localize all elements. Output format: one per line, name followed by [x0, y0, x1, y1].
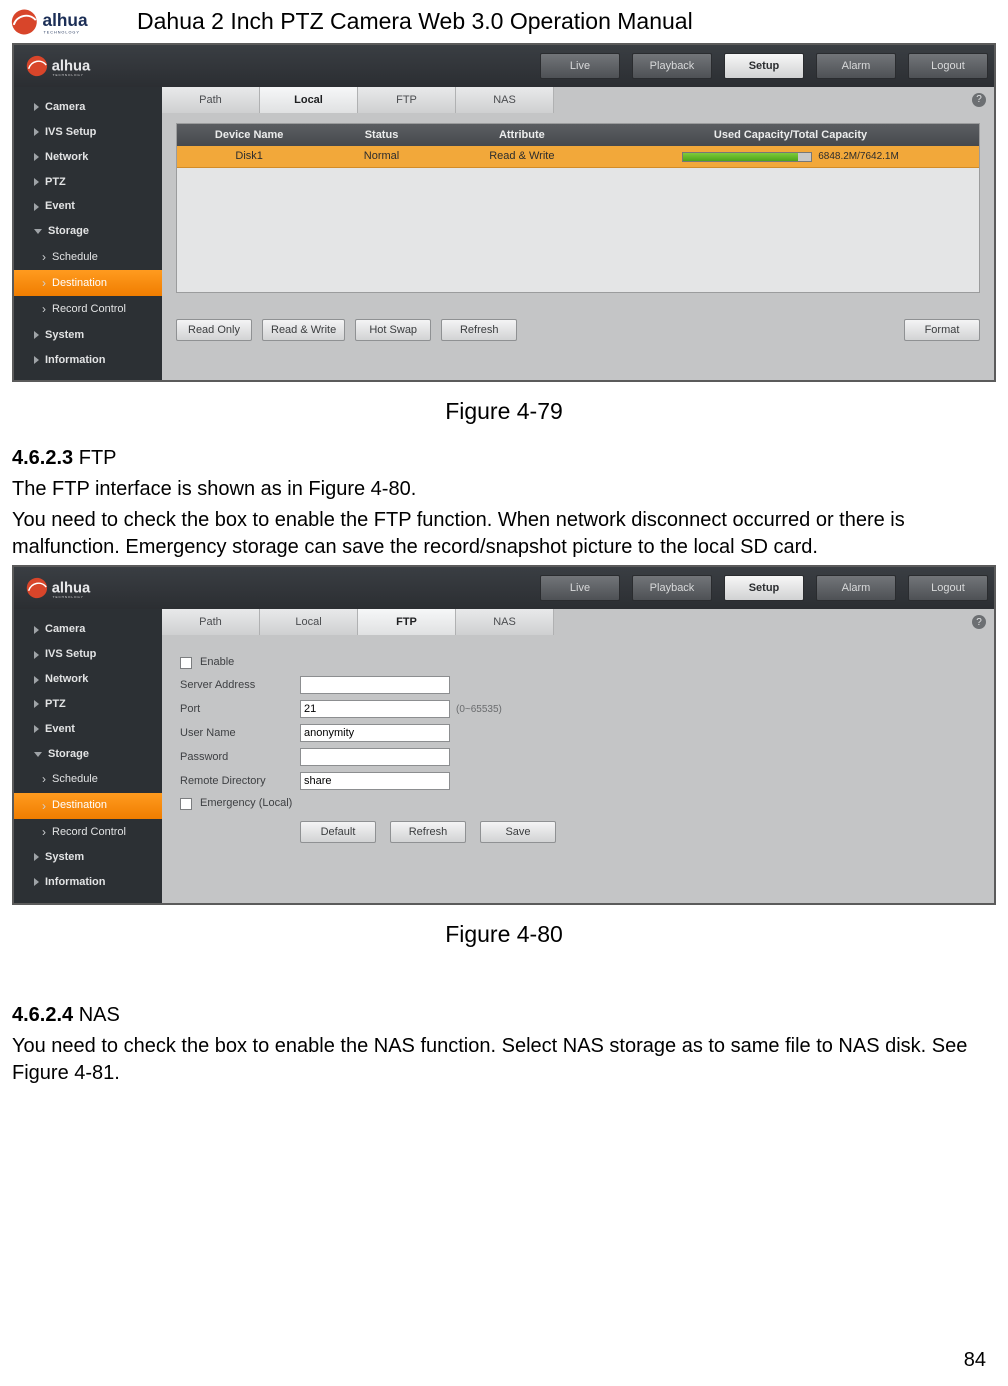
sidebar-schedule[interactable]: Schedule [14, 244, 162, 270]
cell-capacity: 6848.2M/7642.1M [818, 150, 899, 164]
tab-nas[interactable]: NAS [456, 609, 554, 635]
doc-title: Dahua 2 Inch PTZ Camera Web 3.0 Operatio… [137, 6, 693, 37]
sidebar-ivs[interactable]: IVS Setup [14, 642, 162, 667]
svg-text:alhua: alhua [52, 581, 91, 597]
ui-ftp: alhua TECHNOLOGY Live Playback Setup Ala… [12, 565, 996, 904]
sidebar-destination[interactable]: Destination [14, 793, 162, 819]
port-hint: (0~65535) [456, 703, 502, 717]
tab-local[interactable]: Local [260, 609, 358, 635]
topnav-alarm[interactable]: Alarm [816, 575, 896, 601]
topnav-setup[interactable]: Setup [724, 53, 804, 79]
pass-input[interactable] [300, 748, 450, 766]
sidebar-event[interactable]: Event [14, 717, 162, 742]
section-nas-heading: 4.6.2.4 NAS [12, 1002, 996, 1029]
topnav-live[interactable]: Live [540, 53, 620, 79]
sidebar-ptz[interactable]: PTZ [14, 692, 162, 717]
help-icon[interactable]: ? [972, 93, 986, 107]
server-addr-label: Server Address [180, 678, 300, 693]
tab-path[interactable]: Path [162, 87, 260, 113]
capacity-bar [682, 152, 812, 162]
dahua-logo-icon: alhua TECHNOLOGY [8, 7, 123, 37]
emergency-checkbox[interactable] [180, 798, 192, 810]
user-label: User Name [180, 726, 300, 741]
sidebar-network[interactable]: Network [14, 145, 162, 170]
sidebar-ptz[interactable]: PTZ [14, 170, 162, 195]
server-addr-input[interactable] [300, 676, 450, 694]
cell-attr: Read & Write [442, 149, 602, 164]
topnav-alarm[interactable]: Alarm [816, 53, 896, 79]
svg-text:alhua: alhua [52, 59, 91, 75]
topnav-playback[interactable]: Playback [632, 575, 712, 601]
section-ftp-heading: 4.6.2.3 FTP [12, 445, 996, 472]
sidebar-storage[interactable]: Storage [14, 742, 162, 767]
remote-dir-input[interactable] [300, 772, 450, 790]
pass-label: Password [180, 750, 300, 765]
refresh-button[interactable]: Refresh [441, 319, 517, 341]
sidebar-information[interactable]: Information [14, 870, 162, 895]
ui-logo-icon: alhua TECHNOLOGY [14, 567, 144, 609]
user-input[interactable] [300, 724, 450, 742]
sidebar-record-control[interactable]: Record Control [14, 819, 162, 845]
col-device: Device Name [177, 128, 321, 143]
topnav-live[interactable]: Live [540, 575, 620, 601]
ui-local: alhua TECHNOLOGY Live Playback Setup Ala… [12, 43, 996, 382]
figure-caption-80: Figure 4-80 [0, 919, 1008, 950]
topnav-setup[interactable]: Setup [724, 575, 804, 601]
svg-text:alhua: alhua [43, 9, 88, 29]
col-attr: Attribute [442, 128, 602, 143]
tab-ftp[interactable]: FTP [358, 87, 456, 113]
svg-text:TECHNOLOGY: TECHNOLOGY [43, 30, 79, 34]
sidebar-camera[interactable]: Camera [14, 95, 162, 120]
remote-dir-label: Remote Directory [180, 774, 300, 789]
topnav-logout[interactable]: Logout [908, 53, 988, 79]
page-number: 84 [0, 1347, 986, 1374]
cell-status: Normal [321, 149, 441, 164]
svg-text:TECHNOLOGY: TECHNOLOGY [53, 73, 84, 77]
topnav-logout[interactable]: Logout [908, 575, 988, 601]
cell-device: Disk1 [177, 149, 321, 164]
tab-local[interactable]: Local [260, 87, 358, 113]
sidebar-schedule[interactable]: Schedule [14, 766, 162, 792]
save-button[interactable]: Save [480, 821, 556, 843]
ftp-para-2: You need to check the box to enable the … [12, 507, 996, 561]
ui-logo-icon: alhua TECHNOLOGY [14, 45, 144, 87]
sidebar-network[interactable]: Network [14, 667, 162, 692]
tab-ftp[interactable]: FTP [358, 609, 456, 635]
sidebar-destination[interactable]: Destination [14, 270, 162, 296]
sidebar-record-control[interactable]: Record Control [14, 296, 162, 322]
sidebar-event[interactable]: Event [14, 194, 162, 219]
col-capacity: Used Capacity/Total Capacity [602, 128, 979, 143]
format-button[interactable]: Format [904, 319, 980, 341]
topnav-playback[interactable]: Playback [632, 53, 712, 79]
tab-nas[interactable]: NAS [456, 87, 554, 113]
enable-label: Enable [200, 655, 234, 670]
readonly-button[interactable]: Read Only [176, 319, 252, 341]
port-label: Port [180, 702, 300, 717]
svg-text:TECHNOLOGY: TECHNOLOGY [53, 596, 84, 600]
sidebar-system[interactable]: System [14, 323, 162, 348]
sidebar-storage[interactable]: Storage [14, 219, 162, 244]
readwrite-button[interactable]: Read & Write [262, 319, 345, 341]
sidebar-system[interactable]: System [14, 845, 162, 870]
sidebar-ivs[interactable]: IVS Setup [14, 120, 162, 145]
default-button[interactable]: Default [300, 821, 376, 843]
port-input[interactable] [300, 700, 450, 718]
sidebar-camera[interactable]: Camera [14, 617, 162, 642]
sidebar-information[interactable]: Information [14, 348, 162, 373]
nas-para-1: You need to check the box to enable the … [12, 1033, 996, 1087]
device-table: Device Name Status Attribute Used Capaci… [176, 123, 980, 293]
table-row[interactable]: Disk1 Normal Read & Write 6848.2M/7642.1… [177, 146, 979, 168]
col-status: Status [321, 128, 441, 143]
emergency-label: Emergency (Local) [200, 796, 292, 811]
refresh-button[interactable]: Refresh [390, 821, 466, 843]
figure-caption-79: Figure 4-79 [0, 396, 1008, 427]
ftp-para-1: The FTP interface is shown as in Figure … [12, 476, 996, 503]
enable-checkbox[interactable] [180, 657, 192, 669]
hotswap-button[interactable]: Hot Swap [355, 319, 431, 341]
tab-path[interactable]: Path [162, 609, 260, 635]
